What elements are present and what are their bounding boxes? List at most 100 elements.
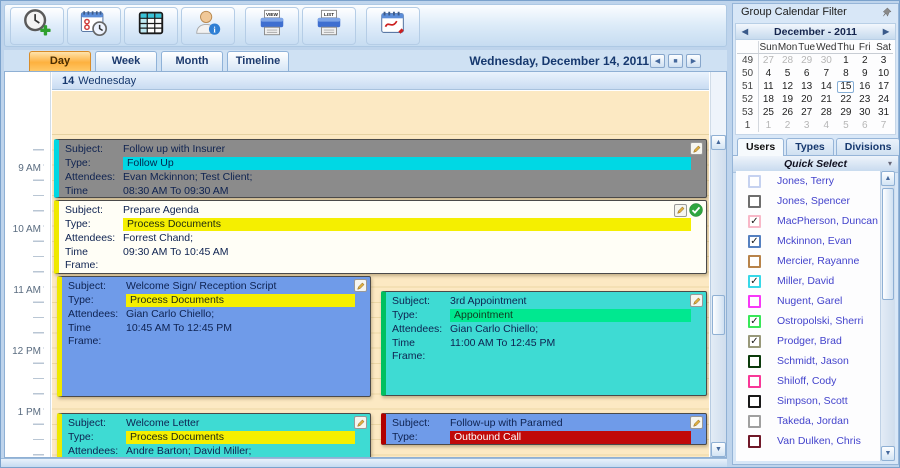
tab-week[interactable]: Week (95, 51, 157, 71)
minical-day[interactable]: 17 (874, 80, 893, 93)
minical-day[interactable]: 4 (759, 67, 778, 80)
user-list-item[interactable]: Van Dulken, Chris (736, 431, 895, 451)
minical-day[interactable]: 10 (874, 67, 893, 80)
event-card[interactable]: Subject:Prepare AgendaType:Process Docum… (54, 200, 707, 274)
user-list-scrollbar[interactable]: ▲ ▼ (880, 171, 895, 461)
tab-timeline[interactable]: Timeline (227, 51, 289, 71)
minical-day[interactable]: 27 (797, 106, 816, 119)
events-scrollbar[interactable]: ▲ ▼ (710, 135, 726, 457)
minical-day[interactable]: 30 (855, 106, 874, 119)
minical-day[interactable]: 1 (759, 119, 778, 132)
tab-month[interactable]: Month (161, 51, 223, 71)
user-list-item[interactable]: Jones, Terry (736, 171, 895, 191)
scroll-thumb[interactable] (712, 295, 725, 335)
minical-day[interactable]: 28 (816, 106, 836, 119)
user-list-item[interactable]: Schmidt, Jason (736, 351, 895, 371)
tab-day[interactable]: Day (29, 51, 91, 71)
user-checkbox[interactable] (748, 195, 761, 208)
minical-day[interactable]: 2 (855, 54, 874, 67)
minical-day[interactable]: 15 (837, 80, 856, 93)
minical-day[interactable]: 7 (874, 119, 893, 132)
scroll-down-button[interactable]: ▼ (711, 442, 726, 457)
minical-day[interactable]: 6 (855, 119, 874, 132)
minical-day[interactable]: 9 (855, 67, 874, 80)
event-card[interactable]: Subject:3rd AppointmentType:AppointmentA… (381, 291, 707, 396)
minical-day[interactable]: 16 (855, 80, 874, 93)
scroll-up-button[interactable]: ▲ (711, 135, 726, 150)
edit-icon[interactable] (354, 279, 367, 292)
edit-icon[interactable] (690, 142, 703, 155)
user-scroll-down-button[interactable]: ▼ (881, 446, 895, 461)
print-list-button[interactable]: LIST (302, 7, 356, 45)
minical-day[interactable]: 8 (837, 67, 856, 80)
minical-day[interactable]: 26 (778, 106, 797, 119)
user-list-item[interactable]: Nugent, Garel (736, 291, 895, 311)
sidebar-tab-types[interactable]: Types (786, 138, 834, 155)
add-event-button[interactable] (10, 7, 64, 45)
minical-day[interactable]: 11 (759, 80, 778, 93)
event-card[interactable]: Subject:Welcome Sign/ Reception ScriptTy… (57, 276, 371, 397)
minical-day[interactable]: 24 (874, 93, 893, 106)
print-view-button[interactable]: VIEW (245, 7, 299, 45)
minical-day[interactable]: 4 (816, 119, 836, 132)
minical-today[interactable]: 15 (837, 81, 854, 93)
minical-day[interactable]: 27 (759, 54, 778, 67)
user-checkbox[interactable]: ✓ (748, 235, 761, 248)
minical-day[interactable]: 5 (837, 119, 856, 132)
minical-day[interactable]: 28 (778, 54, 797, 67)
user-list-item[interactable]: ✓Prodger, Brad (736, 331, 895, 351)
user-checkbox[interactable]: ✓ (748, 215, 761, 228)
minical-day[interactable]: 29 (797, 54, 816, 67)
prev-day-button[interactable]: ◀ (650, 54, 665, 68)
user-checkbox[interactable] (748, 355, 761, 368)
minical-day[interactable]: 20 (797, 93, 816, 106)
minical-day[interactable]: 13 (797, 80, 816, 93)
user-list-item[interactable]: ✓Ostropolski, Sherri (736, 311, 895, 331)
minical-next-button[interactable]: ▶ (879, 24, 893, 40)
user-info-button[interactable]: i (181, 7, 235, 45)
minical-day[interactable]: 3 (874, 54, 893, 67)
user-checkbox[interactable]: ✓ (748, 315, 761, 328)
sidebar-tab-users[interactable]: Users (737, 138, 784, 156)
minical-day[interactable]: 12 (778, 80, 797, 93)
minical-day[interactable]: 19 (778, 93, 797, 106)
minical-day[interactable]: 2 (778, 119, 797, 132)
edit-icon[interactable] (690, 294, 703, 307)
minical-day[interactable]: 25 (759, 106, 778, 119)
user-checkbox[interactable] (748, 255, 761, 268)
grid-view-button[interactable] (124, 7, 178, 45)
event-card[interactable]: Subject:Follow-up with ParamedType:Outbo… (381, 413, 707, 445)
minical-day[interactable]: 23 (855, 93, 874, 106)
user-checkbox[interactable]: ✓ (748, 275, 761, 288)
user-list-item[interactable]: Takeda, Jordan (736, 411, 895, 431)
minical-day[interactable]: 5 (778, 67, 797, 80)
user-checkbox[interactable] (748, 435, 761, 448)
user-scroll-thumb[interactable] (882, 188, 894, 300)
time-grid[interactable]: Subject:Follow up with InsurerType:Follo… (52, 135, 709, 457)
minical-day[interactable]: 3 (797, 119, 816, 132)
user-checkbox[interactable] (748, 295, 761, 308)
minical-day[interactable]: 14 (816, 80, 836, 93)
today-button[interactable]: ■ (668, 54, 683, 68)
user-checkbox[interactable] (748, 175, 761, 188)
edit-icon[interactable] (354, 416, 367, 429)
schedule-view-button[interactable] (67, 7, 121, 45)
user-checkbox[interactable]: ✓ (748, 335, 761, 348)
user-list-item[interactable]: Mercier, Rayanne (736, 251, 895, 271)
user-list-item[interactable]: ✓Miller, David (736, 271, 895, 291)
user-checkbox[interactable] (748, 375, 761, 388)
minical-day[interactable]: 21 (816, 93, 836, 106)
user-checkbox[interactable] (748, 415, 761, 428)
edit-icon[interactable] (690, 416, 703, 429)
next-day-button[interactable]: ▶ (686, 54, 701, 68)
sidebar-tab-divisions[interactable]: Divisions (836, 138, 900, 155)
user-scroll-up-button[interactable]: ▲ (881, 171, 895, 186)
minical-day[interactable]: 31 (874, 106, 893, 119)
minical-day[interactable]: 29 (837, 106, 856, 119)
event-card[interactable]: Subject:Welcome LetterType:Process Docum… (57, 413, 371, 457)
calendar-note-button[interactable] (366, 7, 420, 45)
minical-day[interactable]: 6 (797, 67, 816, 80)
user-list-item[interactable]: ✓Mckinnon, Evan (736, 231, 895, 251)
minical-day[interactable]: 30 (816, 54, 836, 67)
edit-icon[interactable] (674, 204, 687, 217)
